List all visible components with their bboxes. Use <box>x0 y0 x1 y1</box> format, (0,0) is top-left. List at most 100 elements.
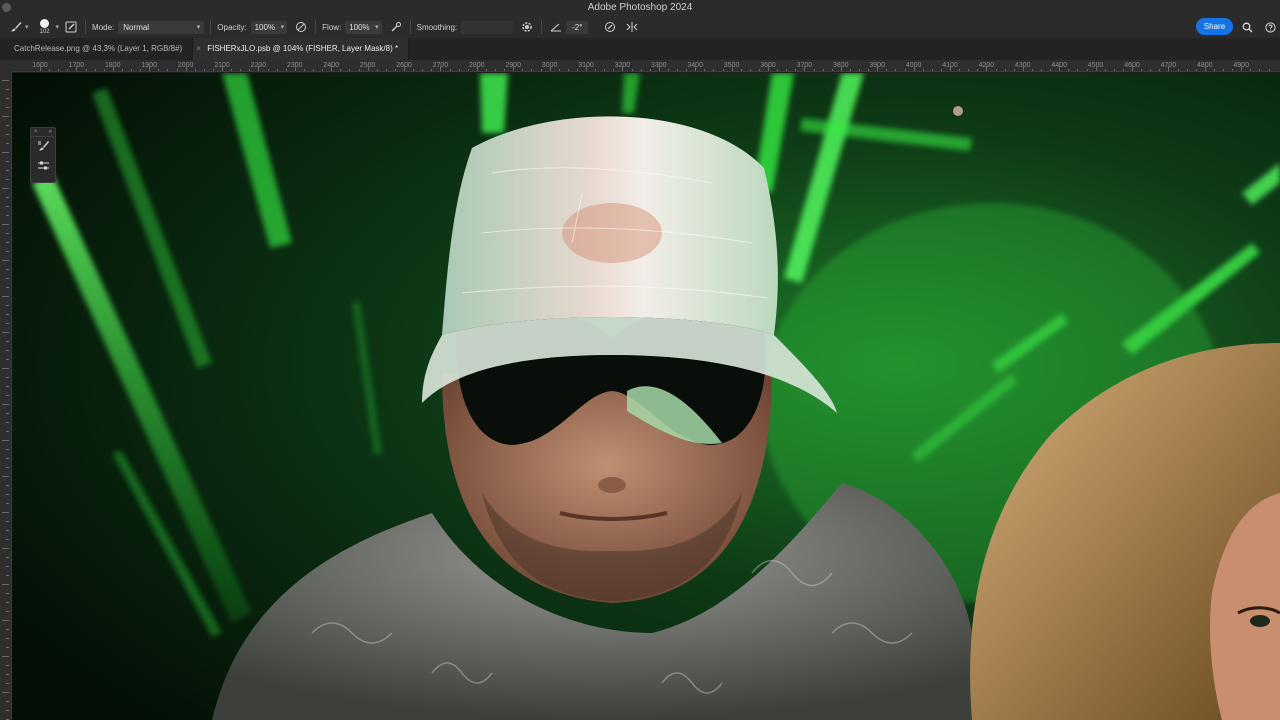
ruler-tick <box>40 66 41 71</box>
ruler-tick <box>313 69 314 71</box>
ruler-tick <box>1195 69 1197 71</box>
ruler-tick <box>2 656 9 657</box>
ruler-tick <box>940 69 942 71</box>
ruler-tick <box>6 107 9 108</box>
ruler-tick <box>959 69 961 71</box>
brush-tool-icon[interactable] <box>8 19 24 35</box>
ruler-tick <box>1268 69 1270 71</box>
ruler-tick <box>6 395 9 396</box>
ruler-tick <box>6 431 9 432</box>
collapse-icon[interactable]: » <box>49 128 52 136</box>
ruler-tick <box>6 413 9 414</box>
ruler-tick <box>194 69 196 71</box>
panel-header[interactable]: × » <box>31 128 55 137</box>
horizontal-ruler[interactable]: 1600170018001900200021002200230024002500… <box>12 60 1280 72</box>
ruler-tick <box>859 69 860 71</box>
ruler-tick <box>2 692 9 693</box>
ruler-tick <box>6 161 9 162</box>
brush-preset-picker[interactable]: 102 <box>35 17 55 37</box>
ruler-tick <box>6 143 9 144</box>
ruler-tick <box>6 323 9 324</box>
ruler-tick <box>986 66 988 71</box>
ruler-tick <box>6 701 9 702</box>
ruler-tick <box>586 66 587 71</box>
ruler-tick <box>622 66 624 71</box>
ruler-tick <box>831 69 833 71</box>
close-tab-icon[interactable]: × <box>196 38 201 60</box>
document-canvas[interactable] <box>12 73 1280 720</box>
brush-angle-icon <box>548 19 564 35</box>
ruler-tick <box>777 69 779 71</box>
search-icon[interactable] <box>1239 19 1255 35</box>
ruler-tick <box>6 467 9 468</box>
share-button[interactable]: Share <box>1196 18 1233 35</box>
opacity-input[interactable]: 100% <box>250 20 288 34</box>
ruler-tick <box>1068 69 1070 71</box>
tool-preset-caret-icon[interactable]: ▾ <box>25 23 29 31</box>
ruler-tick <box>613 69 615 71</box>
app-title: Adobe Photoshop 2024 <box>587 2 693 13</box>
tab-label: CatchRelease.png @ 43,3% (Layer 1, RGB/8… <box>14 44 183 53</box>
tab-label: FISHERxJLO.psb @ 104% (FISHER, Layer Mas… <box>207 44 399 53</box>
artwork-image <box>12 73 1280 720</box>
ruler-tick <box>2 440 9 441</box>
ruler-tick <box>6 278 9 279</box>
ruler-tick <box>222 66 223 71</box>
ruler-tick <box>6 566 9 567</box>
ruler-tick <box>6 170 9 171</box>
ruler-tick <box>604 69 606 71</box>
help-icon[interactable] <box>1262 19 1278 35</box>
ruler-tick <box>522 69 524 71</box>
ruler-tick <box>1095 66 1097 71</box>
ruler-tick <box>1150 69 1152 71</box>
ruler-tick <box>58 69 60 71</box>
tab-catchrelease[interactable]: CatchRelease.png @ 43,3% (Layer 1, RGB/8… <box>0 38 194 60</box>
brush-preset-caret-icon[interactable]: ▾ <box>56 23 60 31</box>
ruler-tick <box>968 69 970 71</box>
ruler-tick <box>340 69 342 71</box>
ruler-tick <box>2 368 9 369</box>
ruler-tick <box>249 69 251 71</box>
ruler-tick <box>176 69 178 71</box>
ruler-tick <box>6 674 9 675</box>
ruler-tick <box>1241 66 1243 71</box>
brush-settings-button[interactable] <box>31 157 55 177</box>
ruler-tick <box>740 69 742 71</box>
ruler-tick <box>376 69 378 71</box>
ruler-tick <box>6 647 9 648</box>
ruler-tick <box>877 66 879 71</box>
ruler-tick <box>1259 69 1261 71</box>
smoothing-input[interactable] <box>461 20 514 34</box>
ruler-tick <box>6 422 9 423</box>
symmetry-icon[interactable] <box>624 19 640 35</box>
ruler-tick <box>6 359 9 360</box>
brush-panel-button[interactable] <box>31 137 55 157</box>
ruler-tick <box>1250 69 1252 71</box>
close-icon[interactable]: × <box>34 128 38 136</box>
toggle-brush-settings-icon[interactable] <box>63 19 79 35</box>
vertical-ruler[interactable] <box>0 72 12 720</box>
ruler-tick <box>1132 66 1133 71</box>
blend-mode-select[interactable]: Normal <box>118 20 205 34</box>
ruler-corner[interactable] <box>0 60 12 72</box>
ruler-tick <box>385 69 387 71</box>
ruler-tick <box>6 539 9 540</box>
tab-fisherxjlo[interactable]: × FISHERxJLO.psb @ 104% (FISHER, Layer M… <box>193 38 410 60</box>
ruler-tick <box>722 69 724 71</box>
ruler-tick <box>6 305 9 306</box>
ruler-tick <box>1086 69 1088 71</box>
ruler-tick <box>6 215 9 216</box>
ruler-tick <box>6 350 9 351</box>
opacity-pressure-icon[interactable] <box>293 19 309 35</box>
airbrush-icon[interactable] <box>388 19 404 35</box>
flow-input[interactable]: 100% <box>345 20 382 34</box>
ruler-tick <box>540 69 542 71</box>
brush-size-value: 102 <box>39 29 50 35</box>
ruler-tick <box>6 629 9 630</box>
ruler-tick <box>1177 69 1179 71</box>
size-pressure-icon[interactable] <box>602 19 618 35</box>
smoothing-settings-icon[interactable] <box>519 19 535 35</box>
smoothing-label: Smoothing: <box>416 22 458 32</box>
brush-angle-input[interactable]: -2° <box>566 20 589 34</box>
ruler-tick <box>1059 66 1061 71</box>
